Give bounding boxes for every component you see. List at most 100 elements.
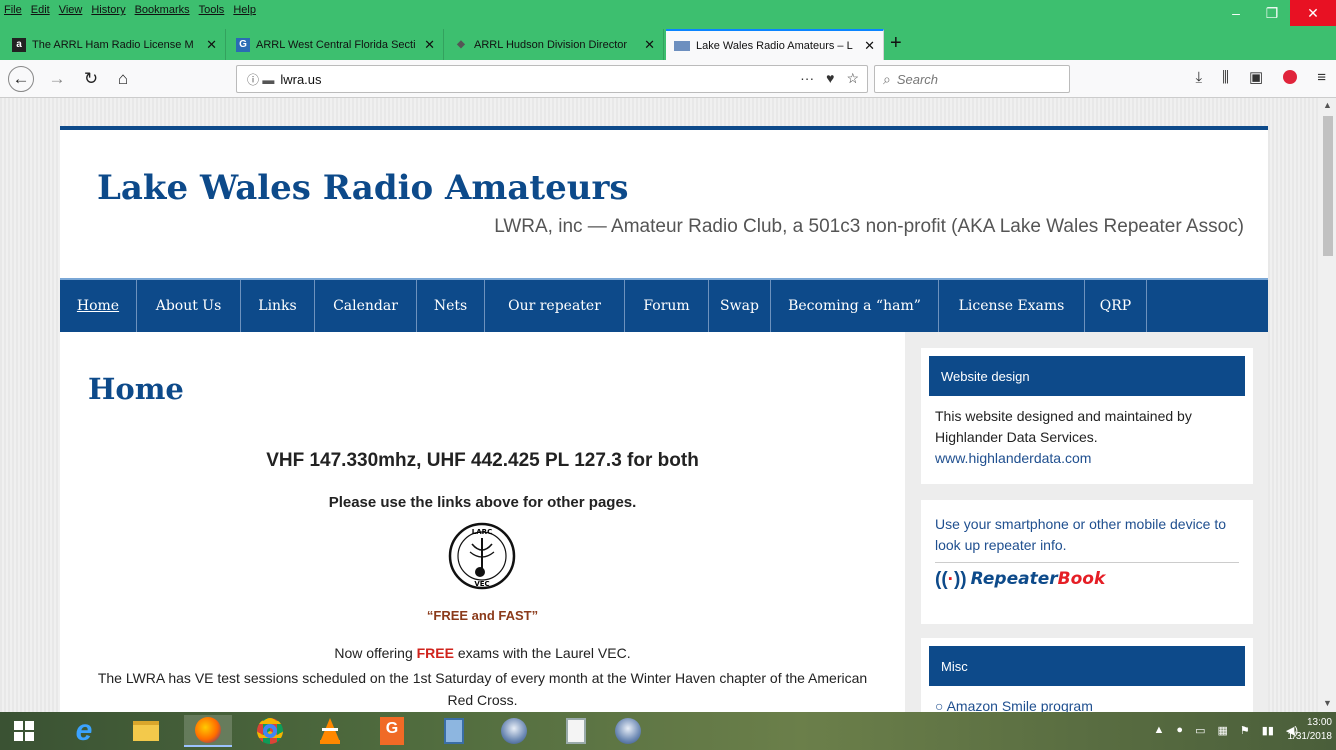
forward-button[interactable]: →: [44, 66, 70, 92]
tab-close-icon[interactable]: ✕: [424, 37, 435, 53]
tray-expand-icon[interactable]: ▲: [1154, 724, 1165, 737]
thunderbird-icon[interactable]: [490, 715, 538, 747]
file-explorer-icon[interactable]: [122, 715, 170, 747]
laurel-vec-logo: LARC VEC: [448, 522, 516, 590]
menu-edit[interactable]: Edit: [31, 4, 50, 16]
logo-bottom-text: VEC: [474, 580, 489, 588]
widget-title: Website design: [929, 356, 1245, 396]
tray-display-icon[interactable]: ▭: [1195, 724, 1205, 737]
url-bar[interactable]: ⓘ ▬ lwra.us ··· ♥ ☆: [236, 65, 868, 93]
internet-explorer-icon[interactable]: e: [60, 714, 108, 747]
extension-icon[interactable]: [1283, 70, 1298, 84]
repeater-frequencies: VHF 147.330mhz, UHF 442.425 PL 127.3 for…: [266, 450, 699, 471]
ve-sessions-text: The LWRA has VE test sessions scheduled …: [97, 670, 868, 708]
menu-view[interactable]: View: [59, 4, 83, 16]
calculator-icon[interactable]: [430, 715, 478, 747]
site-title[interactable]: Lake Wales Radio Amateurs: [97, 168, 629, 208]
home-button[interactable]: ⌂: [110, 66, 136, 92]
nav-our-repeater[interactable]: Our repeater: [485, 280, 625, 332]
menu-bar: File Edit View History Bookmarks Tools H…: [0, 0, 1336, 26]
tab-arrl-hudson[interactable]: ◆ ARRL Hudson Division Director ✕: [446, 29, 664, 60]
widget-title: Misc: [929, 646, 1245, 686]
main-navigation: Home About Us Links Calendar Nets Our re…: [60, 278, 1268, 332]
menu-history[interactable]: History: [91, 4, 125, 16]
hamburger-menu-icon[interactable]: ≡: [1317, 69, 1326, 86]
scroll-down-icon[interactable]: ▼: [1323, 698, 1332, 708]
library-icon[interactable]: ⫼: [1222, 69, 1229, 86]
tray-app-icon[interactable]: ●: [1176, 724, 1183, 737]
diamond-icon: ◆: [457, 39, 465, 50]
clock[interactable]: 13:00 1/31/2018: [1288, 716, 1333, 744]
nav-license-exams[interactable]: License Exams: [939, 280, 1085, 332]
tab-close-icon[interactable]: ✕: [644, 37, 655, 53]
nav-calendar[interactable]: Calendar: [315, 280, 417, 332]
page-viewport: Lake Wales Radio Amateurs LWRA, inc — Am…: [0, 98, 1320, 712]
bookmark-star-icon[interactable]: ☆: [846, 70, 859, 87]
page-actions-icon[interactable]: ···: [800, 70, 814, 87]
nav-qrp[interactable]: QRP: [1085, 280, 1147, 332]
links-note: Please use the links above for other pag…: [328, 494, 637, 511]
page-title: Home: [88, 372, 184, 406]
pocket-icon[interactable]: ♥: [826, 70, 834, 87]
highlander-link[interactable]: www.highlanderdata.com: [935, 448, 1239, 469]
widget-repeaterbook: Use your smartphone or other mobile devi…: [921, 500, 1253, 624]
scroll-up-icon[interactable]: ▲: [1323, 100, 1332, 110]
widget-misc: Misc ○ Amazon Smile program: [921, 638, 1253, 712]
repeaterbook-text-link[interactable]: Use your smartphone or other mobile devi…: [935, 514, 1239, 556]
chrome-icon[interactable]: [246, 715, 294, 747]
download-icon[interactable]: ⤓: [1196, 69, 1203, 86]
nav-links[interactable]: Links: [241, 280, 315, 332]
nav-forum[interactable]: Forum: [625, 280, 709, 332]
tab-lake-wales[interactable]: Lake Wales Radio Amateurs – L ✕: [666, 29, 884, 60]
free-fast-tagline: “FREE and FAST”: [426, 608, 539, 623]
search-input[interactable]: ⌕ Search: [874, 65, 1070, 93]
vlc-icon[interactable]: [306, 715, 354, 747]
menu-file[interactable]: File: [4, 4, 22, 16]
nav-home[interactable]: Home: [60, 280, 137, 332]
firefox-icon[interactable]: [184, 715, 232, 747]
url-text: lwra.us: [280, 71, 322, 87]
back-button[interactable]: ←: [8, 66, 34, 92]
site-description: LWRA, inc — Amateur Radio Club, a 501c3 …: [494, 216, 1244, 237]
sidebar: Website design This website designed and…: [905, 332, 1268, 712]
tray-signal-icon[interactable]: ▮▮: [1262, 724, 1274, 737]
widget-website-design: Website design This website designed and…: [921, 348, 1253, 484]
minimize-button[interactable]: –: [1218, 0, 1254, 26]
nav-swap[interactable]: Swap: [709, 280, 771, 332]
tab-close-icon[interactable]: ✕: [864, 38, 875, 54]
menu-bookmarks[interactable]: Bookmarks: [135, 4, 190, 16]
menu-help[interactable]: Help: [233, 4, 256, 16]
site-info-icon[interactable]: ⓘ ▬: [247, 71, 274, 88]
arrl-icon: G: [236, 37, 250, 52]
nav-nets[interactable]: Nets: [417, 280, 485, 332]
clock-time: 13:00: [1306, 717, 1332, 728]
thunderbird-icon[interactable]: [604, 715, 652, 747]
nav-becoming-a-ham[interactable]: Becoming a “ham”: [771, 280, 939, 332]
logo-top-text: LARC: [472, 528, 492, 536]
repeaterbook-logo[interactable]: ((·)) RepeaterBook: [935, 562, 1239, 590]
amazon-icon: a: [12, 37, 26, 52]
browser-window: File Edit View History Bookmarks Tools H…: [0, 0, 1336, 750]
menu-tools[interactable]: Tools: [199, 4, 225, 16]
sidebar-icon[interactable]: ▣: [1249, 68, 1263, 86]
windows-start-icon[interactable]: [0, 715, 48, 747]
tray-network-icon[interactable]: ▦: [1217, 724, 1227, 737]
clock-date: 1/31/2018: [1287, 731, 1333, 742]
tab-close-icon[interactable]: ✕: [206, 37, 217, 53]
restore-button[interactable]: ❐: [1254, 0, 1290, 26]
taskbar: e G ▲ ● ▭ ▦ ⚑ ▮▮ ◀) 13:00 1/31/2018: [0, 712, 1336, 750]
scrollbar-thumb[interactable]: [1323, 116, 1333, 256]
tray-flag-icon[interactable]: ⚑: [1240, 724, 1250, 737]
tab-arrl-ham-license[interactable]: a The ARRL Ham Radio License M ✕: [4, 29, 226, 60]
close-button[interactable]: ✕: [1290, 0, 1336, 26]
reload-button[interactable]: ↻: [78, 66, 104, 92]
amazon-smile-link[interactable]: ○ Amazon Smile program: [935, 696, 1239, 712]
search-icon: ⌕: [883, 70, 891, 87]
vertical-scrollbar[interactable]: ▲ ▼: [1320, 98, 1336, 712]
nav-about-us[interactable]: About Us: [137, 280, 241, 332]
notepad-icon[interactable]: [552, 715, 600, 747]
pdf-tool-icon[interactable]: G: [368, 715, 416, 747]
tab-arrl-west-central[interactable]: G ARRL West Central Florida Secti ✕: [228, 29, 444, 60]
new-tab-button[interactable]: +: [890, 33, 902, 53]
exam-offer: Now offering FREE exams with the Laurel …: [334, 645, 631, 661]
